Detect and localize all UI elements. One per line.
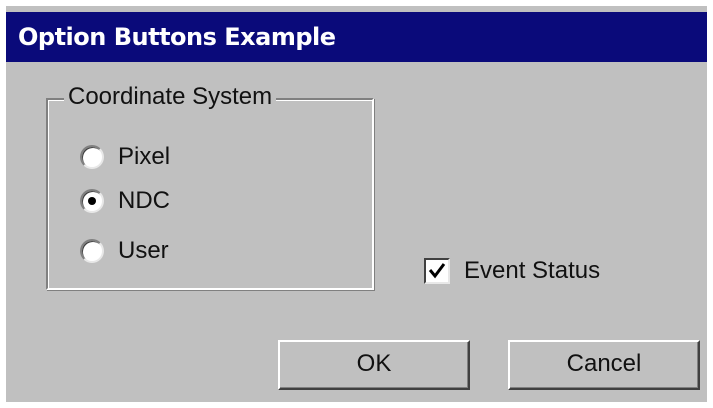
radio-selected-icon[interactable] (80, 189, 104, 213)
cancel-button[interactable]: Cancel (508, 340, 700, 390)
radio-label-ndc: NDC (118, 187, 170, 214)
radio-label-pixel: Pixel (118, 143, 171, 170)
coordinate-system-legend: Coordinate System (64, 83, 277, 111)
radio-unselected-icon[interactable] (80, 239, 104, 263)
event-status-checkbox-row[interactable]: Event Status (424, 254, 600, 288)
dialog-window: Option Buttons Example Coordinate System… (6, 6, 707, 402)
coordinate-system-group: Coordinate System Pixel NDC User (46, 83, 374, 290)
radio-option-ndc[interactable]: NDC (80, 184, 170, 218)
radio-option-user[interactable]: User (80, 234, 169, 268)
event-status-label: Event Status (464, 257, 601, 284)
checkmark-icon (428, 263, 446, 279)
radio-label-user: User (118, 237, 169, 264)
ok-button[interactable]: OK (278, 340, 470, 390)
radio-dot-icon (88, 197, 96, 205)
window-title: Option Buttons Example (6, 12, 707, 62)
radio-unselected-icon[interactable] (80, 145, 104, 169)
radio-option-pixel[interactable]: Pixel (80, 140, 170, 174)
event-status-checkbox[interactable] (424, 258, 450, 284)
